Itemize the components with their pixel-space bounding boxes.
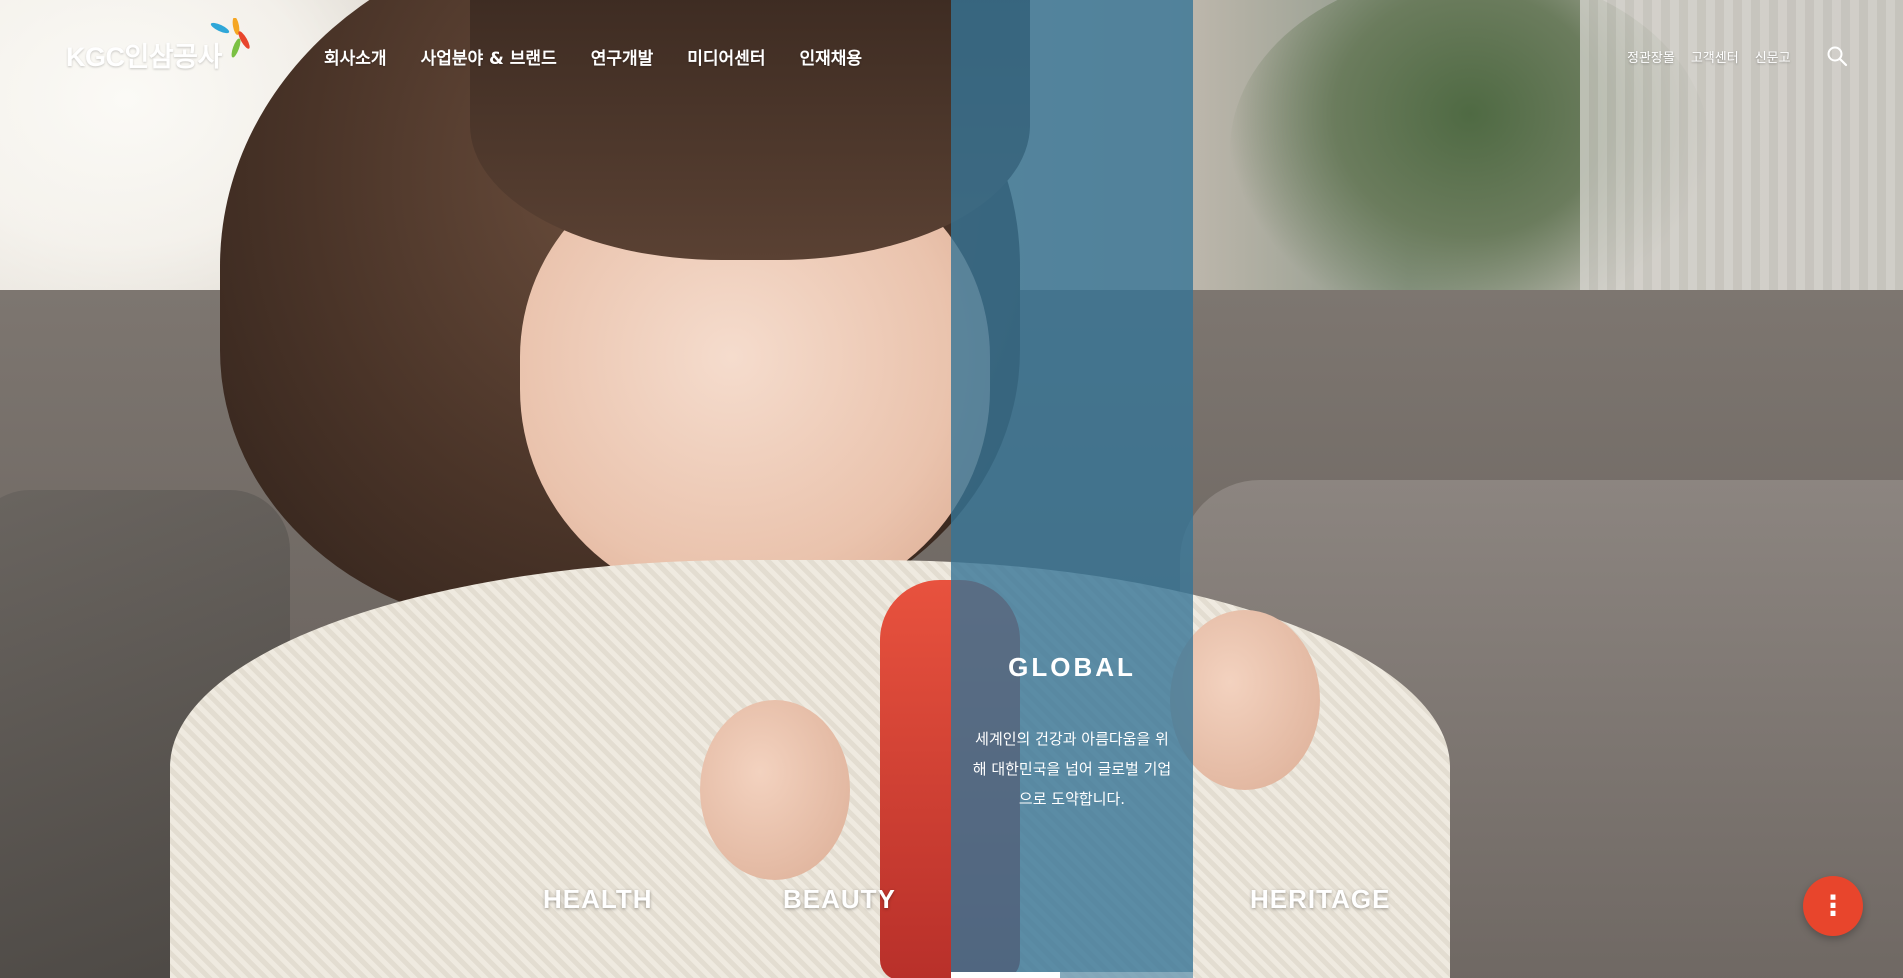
utility-links: 정관장몰 고객센터 신문고 <box>1627 47 1791 66</box>
nav-item-careers[interactable]: 인재채용 <box>799 44 862 69</box>
global-description: 세계인의 건강과 아름다움을 위해 대한민국을 넘어 글로벌 기업으로 도약합니… <box>972 730 1172 808</box>
more-vertical-icon: ⋮ <box>1819 889 1847 922</box>
logo-mark-icon <box>210 18 250 58</box>
nav-item-research[interactable]: 연구개발 <box>591 44 654 69</box>
global-title: GLOBAL <box>1008 652 1136 682</box>
util-link-mall[interactable]: 정관장몰 <box>1627 47 1675 66</box>
util-link-customer-center[interactable]: 고객센터 <box>1691 47 1739 66</box>
category-beauty[interactable]: BEAUTY <box>783 884 896 915</box>
category-health[interactable]: HEALTH <box>543 884 653 915</box>
child-hand-left <box>700 700 850 880</box>
nav-item-business-brand[interactable]: 사업분야 & 브랜드 <box>421 44 557 69</box>
util-link-sinmungo[interactable]: 신문고 <box>1755 47 1791 66</box>
slide-progress-bar <box>951 972 1193 978</box>
global-panel[interactable]: GLOBAL 세계인의 건강과 아름다움을 위해 대한민국을 넘어 글로벌 기업… <box>951 0 1193 978</box>
more-menu-button[interactable]: ⋮ <box>1803 876 1863 936</box>
logo[interactable]: KGC인삼공사 <box>66 18 250 74</box>
nav-item-company[interactable]: 회사소개 <box>324 44 387 69</box>
nav-item-media[interactable]: 미디어센터 <box>687 44 765 69</box>
search-icon[interactable] <box>1826 45 1848 67</box>
slide-progress-fill <box>951 972 1060 978</box>
category-heritage[interactable]: HERITAGE <box>1250 884 1390 915</box>
logo-text: KGC인삼공사 <box>66 42 222 72</box>
main-navigation: 회사소개 사업분야 & 브랜드 연구개발 미디어센터 인재채용 <box>324 44 862 69</box>
child-bangs <box>470 0 1030 260</box>
